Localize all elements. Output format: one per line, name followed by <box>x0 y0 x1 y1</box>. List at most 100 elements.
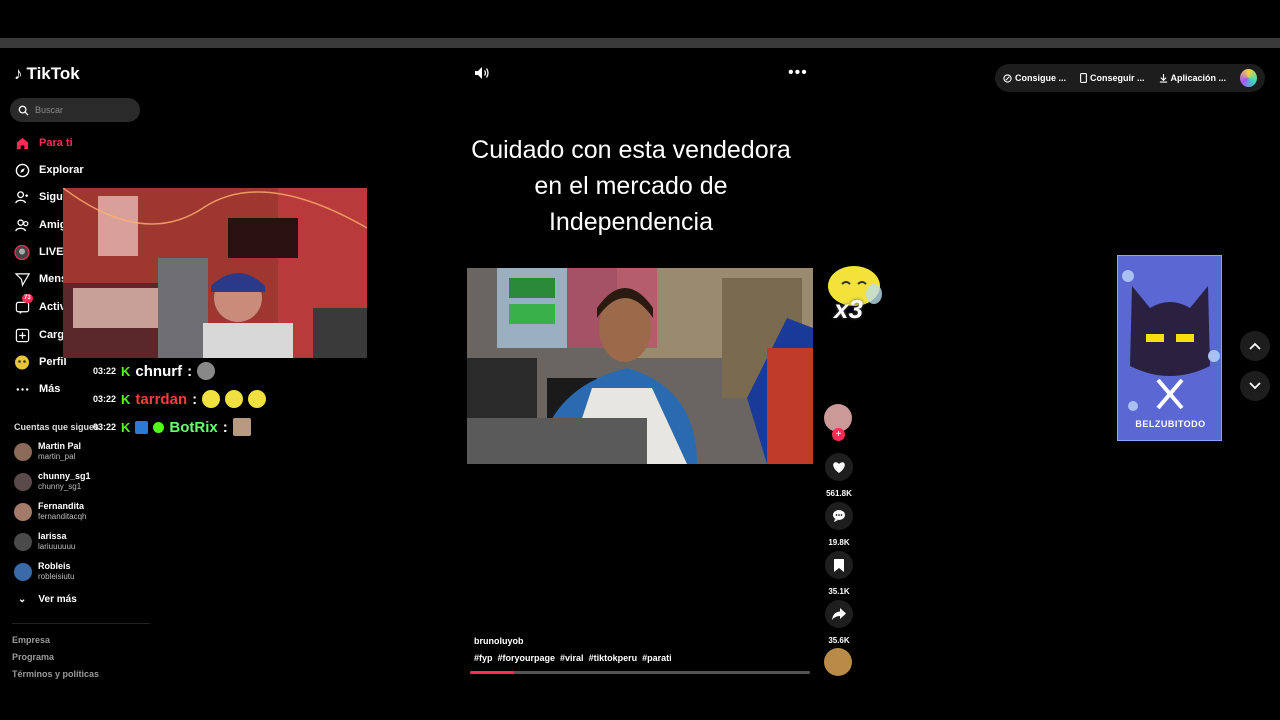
get-app-button[interactable]: Conseguir ... <box>1080 73 1145 83</box>
get-coins-button[interactable]: Consigue ... <box>1003 73 1066 83</box>
profile-avatar[interactable] <box>1240 69 1257 87</box>
tiktok-logo[interactable]: ♪ TikTok <box>14 64 80 84</box>
more-options-icon[interactable]: ••• <box>788 64 808 82</box>
nav-label: Para ti <box>39 137 73 149</box>
share-count: 35.6K <box>828 636 850 645</box>
bot-badge-icon <box>135 420 149 434</box>
webcam-overlay <box>63 188 367 358</box>
share-icon <box>825 600 853 628</box>
chat-separator: : <box>222 418 228 436</box>
avatar <box>14 562 32 581</box>
previous-video-button[interactable] <box>1240 331 1270 361</box>
more-icon <box>14 381 30 397</box>
browser-strip <box>0 0 1280 48</box>
hashtag[interactable]: #parati <box>642 653 672 663</box>
pill-label: Aplicación ... <box>1170 73 1227 83</box>
chat-message: 03:22 K chnurf : <box>93 362 216 380</box>
chat-username: tarrdan <box>135 390 188 408</box>
cat-emote-icon <box>232 418 251 436</box>
messages-icon <box>14 271 30 287</box>
footer-link-empresa[interactable]: Empresa <box>12 635 50 645</box>
search-placeholder: Buscar <box>35 105 64 115</box>
phone-icon <box>1080 73 1087 83</box>
account-handle: chunny_sg1 <box>38 482 82 491</box>
pill-label: Conseguir ... <box>1090 73 1145 83</box>
video-frame <box>467 268 813 464</box>
hashtag[interactable]: #foryourpage <box>498 653 556 663</box>
account-name: Martin Pal <box>38 441 82 451</box>
account-name: larissa <box>38 531 67 541</box>
see-more-button[interactable]: ⌄ Ver más <box>18 594 77 605</box>
bee-overlay: x3 <box>822 264 884 333</box>
bee-emote-icon <box>225 390 244 408</box>
video-progress-bar[interactable] <box>470 671 810 674</box>
nav-item-para-ti[interactable]: Para ti <box>14 134 73 152</box>
music-disc-icon[interactable] <box>824 648 852 676</box>
next-video-button[interactable] <box>1240 371 1270 401</box>
nav-label: LIVE <box>39 246 64 258</box>
bookmark-icon <box>825 551 853 579</box>
save-action[interactable]: 35.1K <box>824 551 854 596</box>
nav-item-perfil[interactable]: Perfil <box>14 353 67 371</box>
avatar <box>14 472 32 491</box>
comment-count: 19.8K <box>828 538 850 547</box>
desktop-app-button[interactable]: Aplicación ... <box>1159 73 1227 83</box>
upload-icon <box>14 327 30 343</box>
like-action[interactable]: 561.8K <box>824 453 854 498</box>
following-account[interactable]: chunny_sg1 chunny_sg1 <box>14 471 91 492</box>
chevron-down-icon <box>1249 382 1261 390</box>
nav-item-mas[interactable]: Más <box>14 380 60 398</box>
account-handle: robleisiutu <box>38 572 75 581</box>
avatar <box>14 502 32 521</box>
chat-time: 03:22 <box>93 422 117 432</box>
app-name: TikTok <box>26 64 80 83</box>
hashtag[interactable]: #fyp <box>474 653 493 663</box>
chat-separator: : <box>192 390 198 408</box>
footer-link-programa[interactable]: Programa <box>12 652 54 662</box>
video-author[interactable]: brunoluyob <box>474 636 524 646</box>
compass-icon <box>14 162 30 178</box>
avatar <box>14 532 32 551</box>
kick-icon: K <box>121 419 131 435</box>
webcam-image <box>63 188 367 358</box>
bee-emote-icon <box>248 390 267 408</box>
following-icon <box>14 189 30 205</box>
comment-action[interactable]: 19.8K <box>824 502 854 547</box>
coin-icon <box>1003 73 1012 83</box>
search-input[interactable]: Buscar <box>10 98 140 122</box>
overlay-brand-text: BELZUBITODO <box>1135 419 1206 429</box>
chevron-down-icon: ⌄ <box>18 594 27 605</box>
chevron-up-icon <box>1249 342 1261 350</box>
nav-item-live[interactable]: LIVE <box>14 243 63 261</box>
chat-time: 03:22 <box>93 366 117 376</box>
pill-label: Consigue ... <box>1015 73 1067 83</box>
comment-icon <box>825 502 853 530</box>
video-caption: Cuidado con esta vendedora en el mercado… <box>471 136 791 236</box>
footer-link-terminos[interactable]: Términos y políticas <box>12 669 99 679</box>
following-account[interactable]: Martin Pal martin_pal <box>14 441 81 462</box>
hashtag[interactable]: #viral <box>560 653 584 663</box>
hashtag[interactable]: #tiktokperu <box>589 653 638 663</box>
following-account[interactable]: Fernandita fernanditacqh <box>14 501 86 522</box>
follow-plus-button[interactable]: + <box>832 428 845 441</box>
download-icon <box>1159 73 1167 83</box>
live-icon <box>14 244 30 260</box>
following-account[interactable]: Robleis robleisiutu <box>14 561 74 582</box>
share-action[interactable]: 35.6K <box>824 600 854 645</box>
video-progress-fill <box>470 671 515 674</box>
volume-icon[interactable] <box>474 66 490 85</box>
account-name: chunny_sg1 <box>38 471 91 481</box>
profile-icon <box>14 354 30 370</box>
see-more-label: Ver más <box>38 594 77 605</box>
video-player[interactable] <box>467 268 813 464</box>
tiktok-logo-icon: ♪ <box>14 64 23 83</box>
save-count: 35.1K <box>828 587 850 596</box>
account-handle: martin_pal <box>38 452 76 461</box>
verified-icon <box>153 421 165 433</box>
chat-message: 03:22 K tarrdan : <box>93 390 267 408</box>
bee-emote-icon <box>202 390 221 408</box>
following-account[interactable]: larissa lariuuuuuu <box>14 531 75 552</box>
nav-item-explorar[interactable]: Explorar <box>14 161 84 179</box>
kick-icon: K <box>121 391 131 407</box>
account-name: Fernandita <box>38 501 85 511</box>
